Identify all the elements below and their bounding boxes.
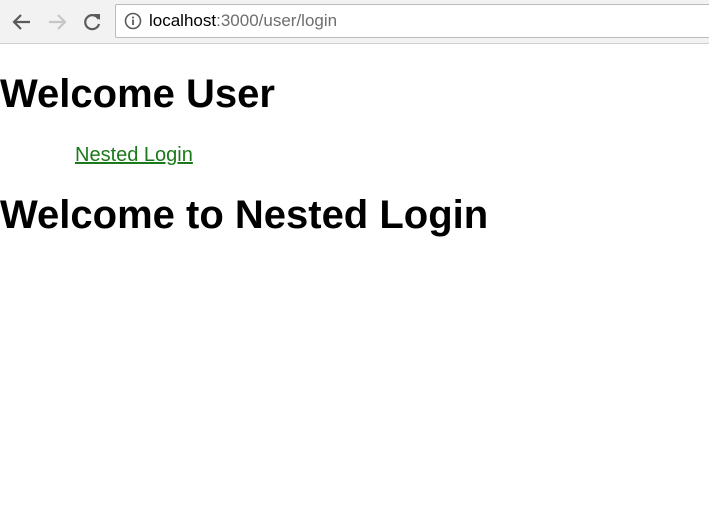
nested-login-link[interactable]: Nested Login bbox=[75, 144, 193, 167]
arrow-left-icon bbox=[12, 14, 30, 30]
address-bar[interactable]: localhost:3000/user/login bbox=[115, 4, 709, 38]
info-icon[interactable] bbox=[124, 12, 142, 30]
reload-button[interactable] bbox=[79, 9, 105, 35]
url-text[interactable]: localhost:3000/user/login bbox=[149, 11, 337, 31]
welcome-user-heading: Welcome User bbox=[0, 72, 275, 116]
back-button[interactable] bbox=[9, 9, 35, 35]
url-host: localhost bbox=[149, 11, 217, 30]
url-path: :3000/user/login bbox=[216, 11, 338, 30]
browser-toolbar: localhost:3000/user/login bbox=[0, 0, 709, 44]
arrow-right-icon bbox=[49, 14, 67, 30]
nested-login-heading: Welcome to Nested Login bbox=[0, 193, 489, 237]
forward-button[interactable] bbox=[44, 9, 70, 35]
reload-icon bbox=[84, 14, 101, 31]
